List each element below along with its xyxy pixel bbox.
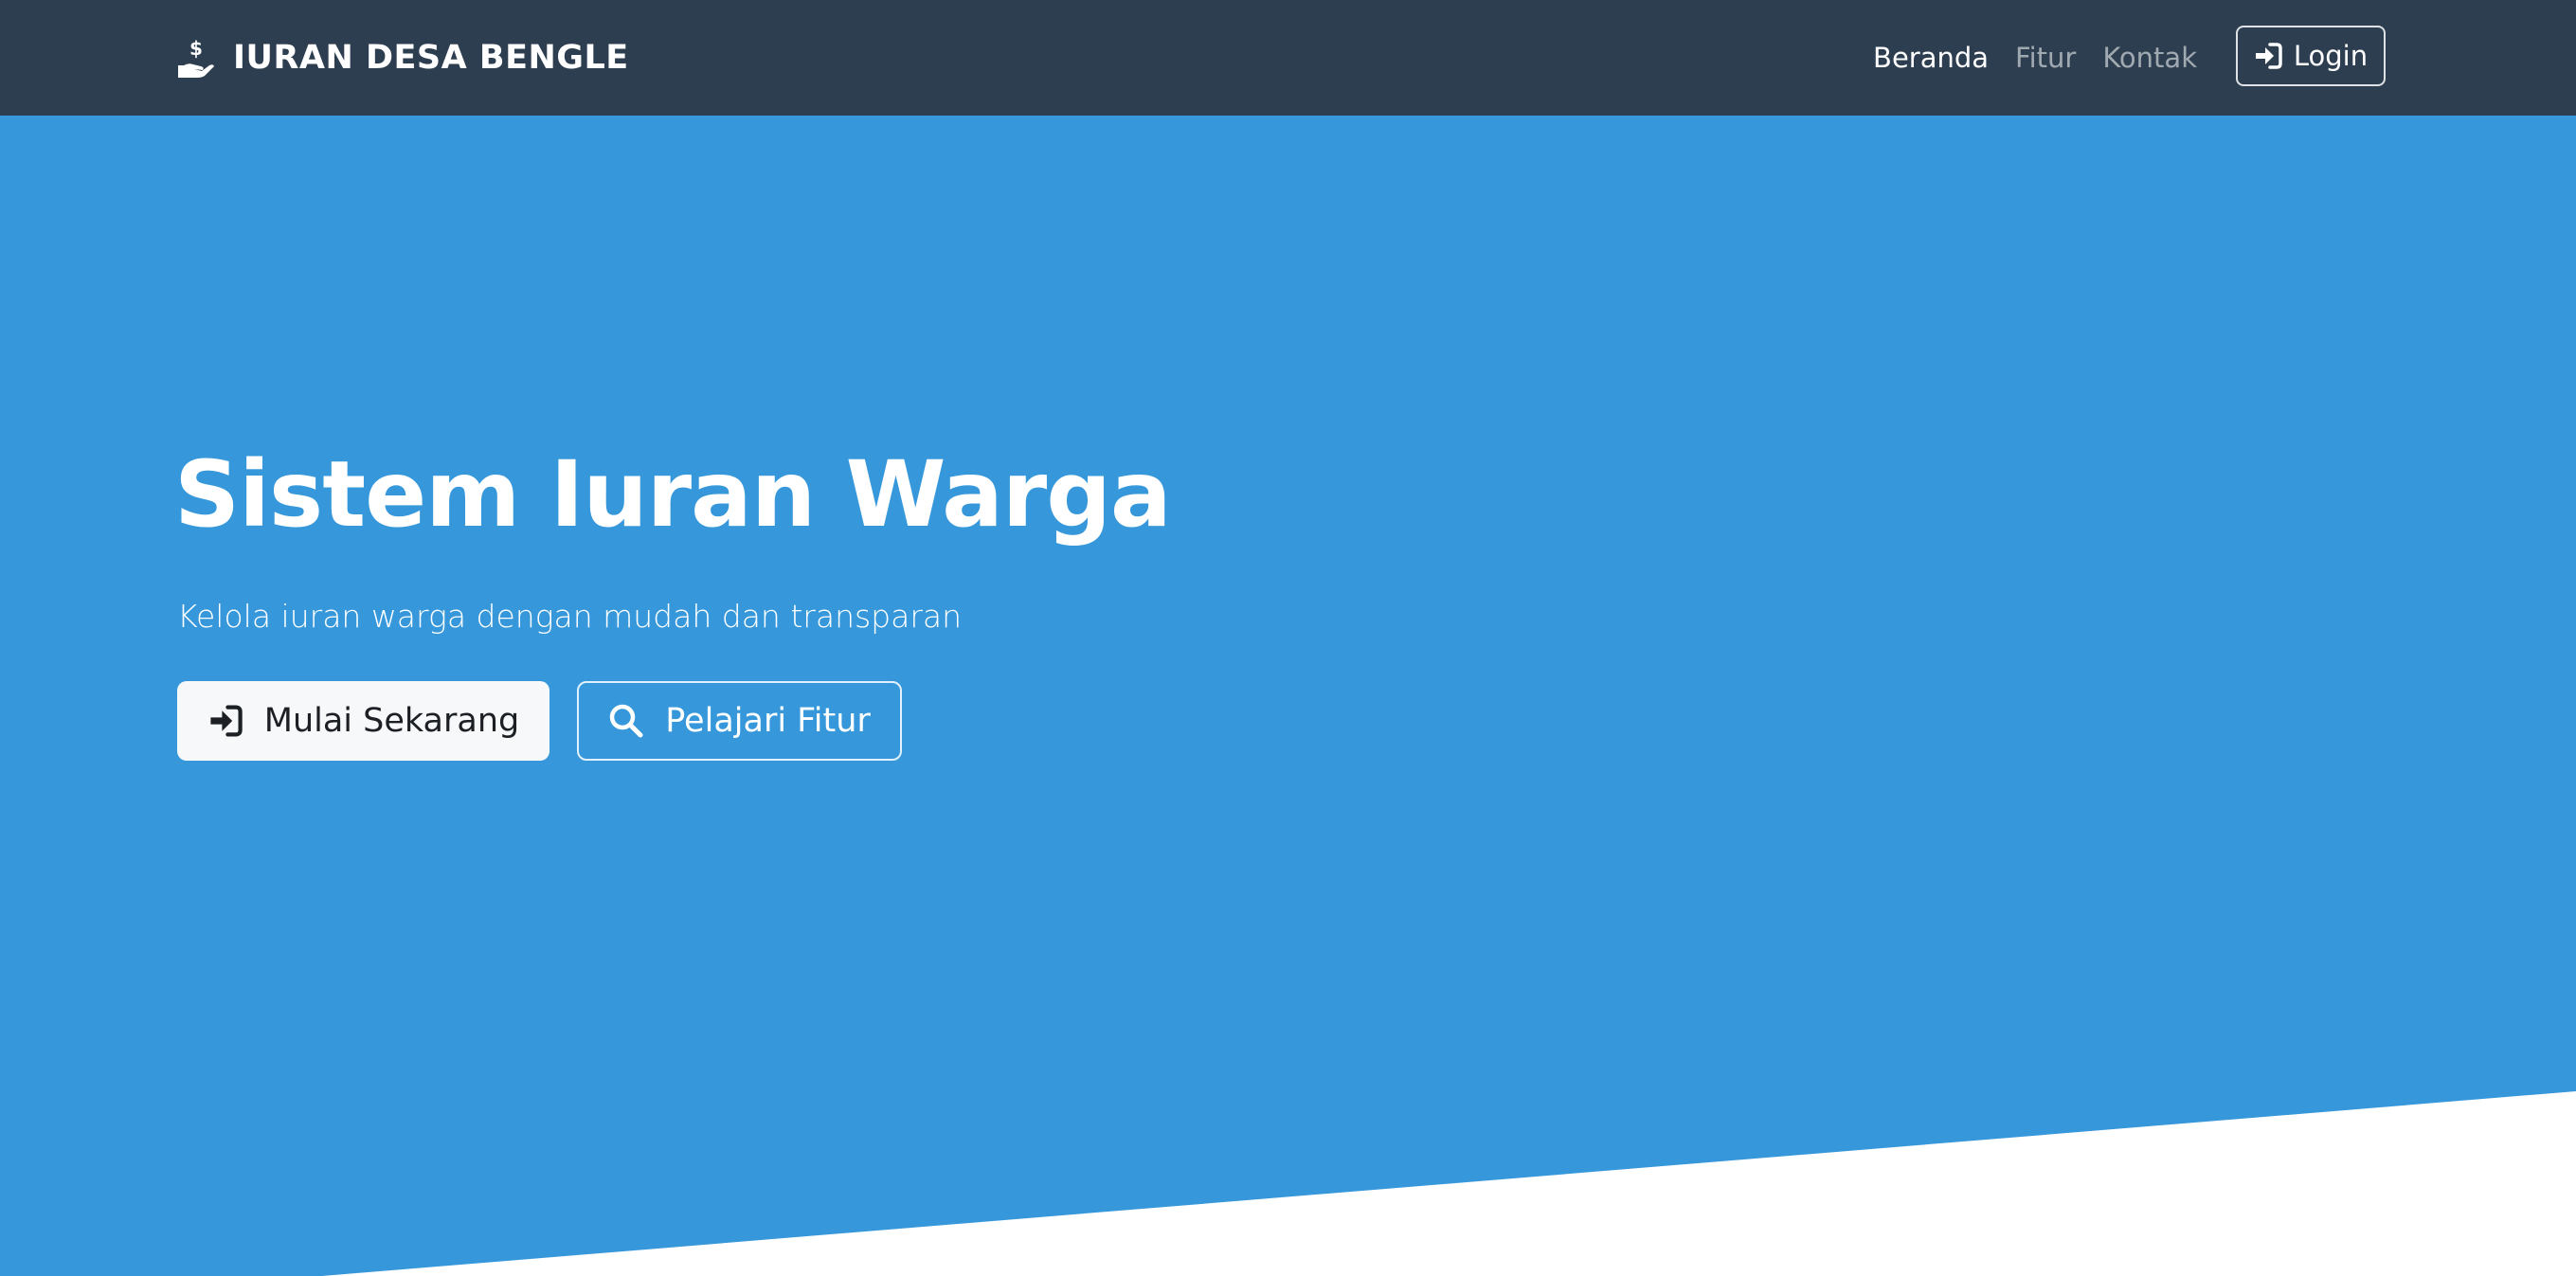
learn-features-label: Pelajari Fitur (665, 702, 871, 740)
brand-link[interactable]: $ IURAN DESA BENGLE (176, 34, 629, 81)
nav-links: Beranda Fitur Kontak (1873, 36, 2197, 80)
nav-link-kontak[interactable]: Kontak (2102, 42, 2197, 74)
learn-features-button[interactable]: Pelajari Fitur (577, 681, 902, 761)
sign-in-icon (2254, 42, 2282, 70)
login-button[interactable]: Login (2236, 26, 2386, 86)
navbar: $ IURAN DESA BENGLE Beranda Fitur Kontak… (0, 0, 2576, 116)
nav-link-fitur[interactable]: Fitur (2015, 42, 2076, 74)
nav-link-beranda[interactable]: Beranda (1873, 42, 1989, 74)
start-now-button[interactable]: Mulai Sekarang (177, 681, 549, 761)
search-icon (608, 703, 644, 739)
hero-title: Sistem Iuran Warga (174, 441, 1172, 548)
hero-subtitle: Kelola iuran warga dengan mudah dan tran… (177, 598, 963, 635)
brand-name: IURAN DESA BENGLE (233, 39, 629, 77)
start-now-label: Mulai Sekarang (263, 702, 520, 740)
svg-text:$: $ (189, 37, 203, 60)
login-label: Login (2293, 40, 2369, 72)
hand-holding-dollar-icon: $ (176, 37, 216, 79)
landing-page: $ IURAN DESA BENGLE Beranda Fitur Kontak… (0, 0, 2576, 1276)
sign-in-icon (207, 704, 243, 738)
